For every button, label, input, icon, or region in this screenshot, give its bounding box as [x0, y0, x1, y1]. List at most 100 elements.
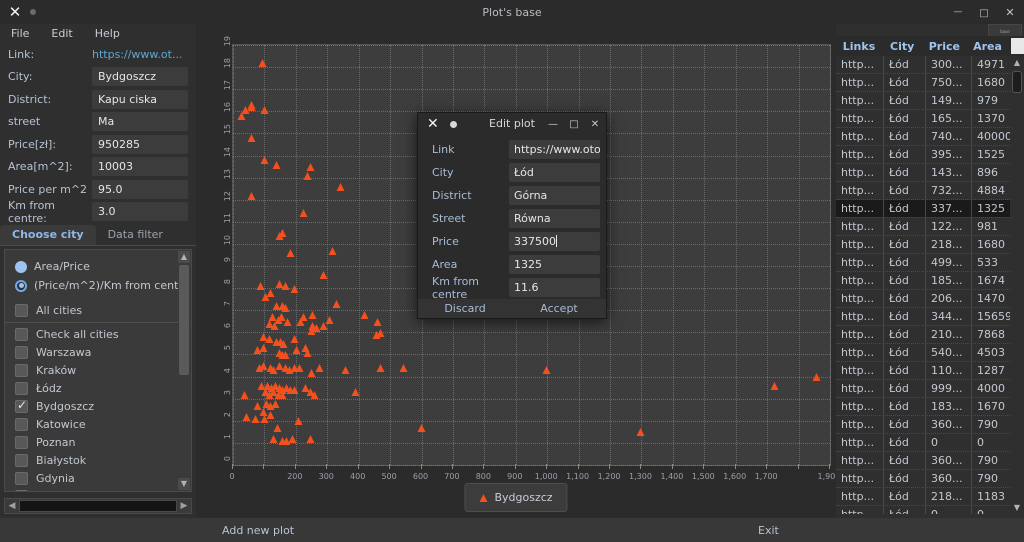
maximize-icon[interactable]	[978, 6, 990, 19]
scatter-point[interactable]	[292, 346, 301, 355]
scatter-point[interactable]	[399, 364, 408, 373]
scatter-point[interactable]	[294, 417, 303, 426]
scatter-point[interactable]	[319, 271, 328, 280]
dialog-city-field[interactable]: Łód	[509, 163, 600, 182]
scatter-point[interactable]	[417, 423, 426, 432]
scatter-point[interactable]	[307, 326, 316, 335]
column-header-city[interactable]: City	[882, 40, 922, 53]
scatter-point[interactable]	[325, 315, 334, 324]
scatter-point[interactable]	[283, 317, 292, 326]
scatter-point[interactable]	[272, 160, 281, 169]
scatter-point[interactable]	[376, 328, 385, 337]
table-row[interactable]: http...Łód00	[836, 434, 1024, 452]
table-corner-button[interactable]	[1010, 38, 1024, 54]
scroll-up-arrow-icon[interactable]: ▲	[178, 251, 190, 263]
checkbox-row-warszawa[interactable]: Warszawa	[5, 343, 191, 361]
dialog-district-field[interactable]: Górna	[509, 186, 600, 205]
scatter-point[interactable]	[288, 434, 297, 443]
scatter-point[interactable]	[258, 59, 267, 68]
scatter-point[interactable]	[253, 346, 261, 355]
checkbox-row-gdynia[interactable]: Gdynia	[5, 469, 191, 487]
table-row[interactable]: http... Łód 740... 40000	[836, 128, 1024, 146]
table-row[interactable]: http... Łód 337... 1325	[836, 200, 1024, 218]
scroll-down-arrow-icon[interactable]: ▼	[178, 478, 190, 490]
scatter-point[interactable]	[237, 112, 246, 121]
table-row[interactable]: http... Łód 300... 4971	[836, 56, 1024, 74]
scatter-point[interactable]	[279, 339, 288, 348]
table-row[interactable]: http... Łód 999... 4000	[836, 380, 1024, 398]
dialog-price-field[interactable]: 337500	[509, 232, 600, 251]
checkbox-row-bialystok[interactable]: Białystok	[5, 451, 191, 469]
scatter-point[interactable]	[341, 366, 350, 375]
radio-option-price-km[interactable]: (Price/m^2)/Km from centre	[5, 276, 191, 295]
scatter-point[interactable]	[261, 293, 270, 302]
price-per-m2-field[interactable]: 95.0	[92, 179, 188, 199]
scatter-point[interactable]	[770, 381, 779, 390]
table-row[interactable]: http... Łód 165... 1370	[836, 110, 1024, 128]
dialog-km-from-centre-field[interactable]: 11.6	[509, 278, 600, 297]
scatter-point[interactable]	[636, 428, 645, 437]
scatter-point[interactable]	[278, 229, 287, 238]
table-row[interactable]: http... Łód 360... 790	[836, 452, 1024, 470]
tab-data-filter[interactable]: Data filter	[96, 225, 175, 245]
scatter-point[interactable]	[308, 311, 317, 320]
scroll-thumb[interactable]	[179, 265, 189, 375]
tab-choose-city[interactable]: Choose city	[0, 225, 96, 245]
checkbox-row-lodz[interactable]: Łódz	[5, 379, 191, 397]
checkbox-row-bydgoszcz[interactable]: Bydgoszcz	[5, 397, 191, 415]
scatter-point[interactable]	[307, 368, 316, 377]
scatter-point[interactable]	[303, 348, 312, 357]
checkbox-row-krakow[interactable]: Kraków	[5, 361, 191, 379]
scatter-point[interactable]	[281, 282, 290, 291]
table-row[interactable]: http... Łód 218... 1680	[836, 236, 1024, 254]
table-row[interactable]: http... Łód 395... 1525	[836, 146, 1024, 164]
scatter-point[interactable]	[332, 300, 341, 309]
table-row[interactable]: http... Łód 218... 1183	[836, 488, 1024, 506]
scatter-point[interactable]	[269, 434, 278, 443]
district-field[interactable]: Kapu ciska	[92, 89, 188, 109]
table-row[interactable]: http...Łód00	[836, 506, 1024, 514]
accept-button[interactable]: Accept	[512, 299, 606, 318]
menu-file[interactable]: File	[0, 24, 40, 43]
scatter-point[interactable]	[306, 434, 315, 443]
scatter-point[interactable]	[281, 304, 290, 313]
table-row[interactable]: http... Łód 732... 4884	[836, 182, 1024, 200]
scroll-right-arrow-icon[interactable]: ▶	[177, 501, 191, 511]
table-row[interactable]: http... Łód 360... 790	[836, 470, 1024, 488]
scatter-point[interactable]	[281, 350, 290, 359]
dialog-link-field[interactable]: https://www.otoc	[509, 140, 600, 159]
scatter-point[interactable]	[242, 412, 251, 421]
column-header-links[interactable]: Links	[836, 40, 882, 53]
scatter-point[interactable]	[260, 105, 269, 114]
table-row[interactable]: http... Łód 360... 790	[836, 416, 1024, 434]
checkbox-row-gdansk[interactable]: Gdansk	[5, 487, 191, 491]
discard-button[interactable]: Discard	[418, 299, 512, 318]
scatter-point[interactable]	[256, 282, 265, 291]
table-row[interactable]: http... Łód 183... 1670	[836, 398, 1024, 416]
scatter-point[interactable]	[373, 317, 382, 326]
scatter-point[interactable]	[286, 249, 294, 258]
exit-button[interactable]: Exit	[758, 524, 779, 537]
table-row[interactable]: http... Łód 210... 7868	[836, 326, 1024, 344]
area-field[interactable]: 10003	[92, 157, 188, 177]
table-vertical-scrollbar[interactable]: ▲ ▼	[1010, 56, 1024, 514]
dialog-minimize-icon[interactable]: —	[548, 119, 558, 130]
scatter-point[interactable]	[278, 390, 287, 399]
scatter-point[interactable]	[376, 364, 385, 373]
scatter-point[interactable]	[310, 390, 319, 399]
radio-option-area-price[interactable]: Area/Price	[5, 257, 191, 276]
checkbox-row-katowice[interactable]: Katowice	[5, 415, 191, 433]
city-list-vertical-scrollbar[interactable]: ▲ ▼	[178, 251, 190, 490]
scatter-point[interactable]	[303, 171, 312, 180]
km-from-centre-field[interactable]: 3.0	[92, 202, 188, 222]
column-header-area[interactable]: Area	[966, 40, 1008, 53]
plot-legend[interactable]: Bydgoszcz	[464, 483, 568, 512]
table-row[interactable]: http... Łód 122... 981	[836, 218, 1024, 236]
table-row[interactable]: http... Łód 185... 1674	[836, 272, 1024, 290]
scatter-point[interactable]	[271, 399, 280, 408]
city-list-horizontal-scrollbar[interactable]: ◀ ▶	[4, 498, 192, 514]
scatter-point[interactable]	[260, 156, 269, 165]
scatter-point[interactable]	[299, 209, 308, 218]
scatter-point[interactable]	[247, 101, 256, 110]
table-row[interactable]: http... Łód 110... 1287	[836, 362, 1024, 380]
